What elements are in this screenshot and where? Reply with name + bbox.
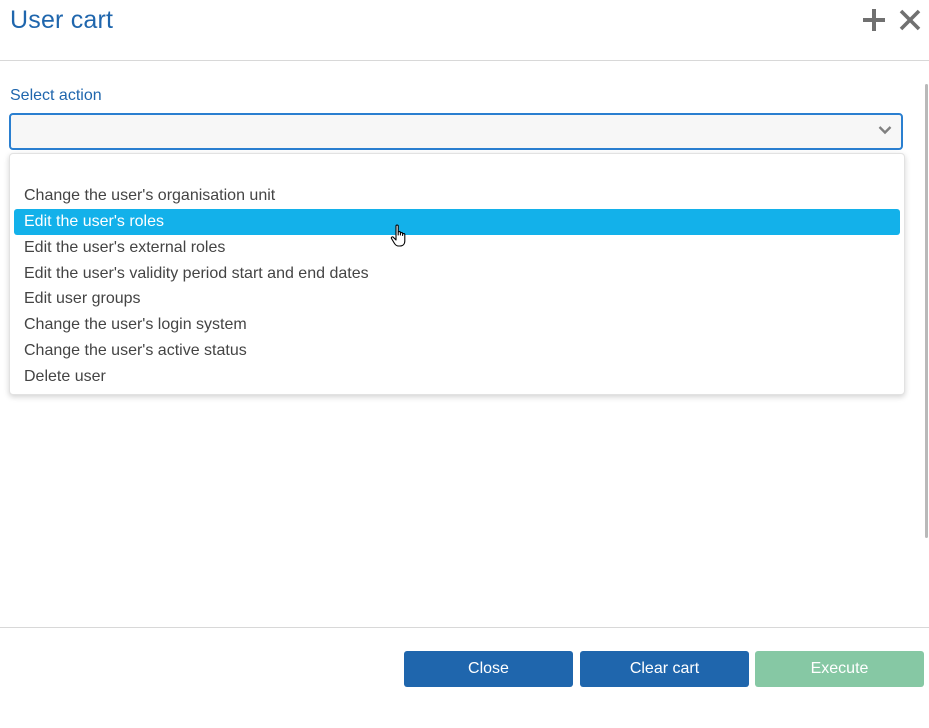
- chevron-down-icon: [878, 126, 892, 135]
- close-dialog-button[interactable]: [897, 7, 923, 33]
- select-action-label: Select action: [10, 87, 102, 104]
- option-change-active-status[interactable]: Change the user's active status: [14, 338, 900, 364]
- option-delete-user[interactable]: Delete user: [14, 364, 900, 390]
- clear-cart-button[interactable]: Clear cart: [580, 651, 749, 687]
- close-icon: [899, 9, 921, 31]
- option-edit-validity-period[interactable]: Edit the user's validity period start an…: [14, 261, 900, 287]
- option-empty[interactable]: [14, 157, 900, 183]
- dialog-title: User cart: [10, 6, 114, 34]
- execute-button[interactable]: Execute: [755, 651, 924, 687]
- option-edit-roles[interactable]: Edit the user's roles: [14, 209, 900, 235]
- action-options-list: Change the user's organisation unit Edit…: [9, 153, 905, 395]
- option-edit-external-roles[interactable]: Edit the user's external roles: [14, 235, 900, 261]
- footer-divider: [0, 627, 929, 628]
- plus-icon: [863, 9, 885, 31]
- hand-cursor-icon: [390, 224, 406, 247]
- option-change-login-system[interactable]: Change the user's login system: [14, 312, 900, 338]
- option-edit-user-groups[interactable]: Edit user groups: [14, 286, 900, 312]
- close-button[interactable]: Close: [404, 651, 573, 687]
- vertical-scrollbar[interactable]: [925, 84, 928, 538]
- select-action-dropdown[interactable]: [9, 113, 903, 150]
- add-button[interactable]: [861, 7, 887, 33]
- header-divider: [0, 60, 929, 61]
- option-change-organisation-unit[interactable]: Change the user's organisation unit: [14, 183, 900, 209]
